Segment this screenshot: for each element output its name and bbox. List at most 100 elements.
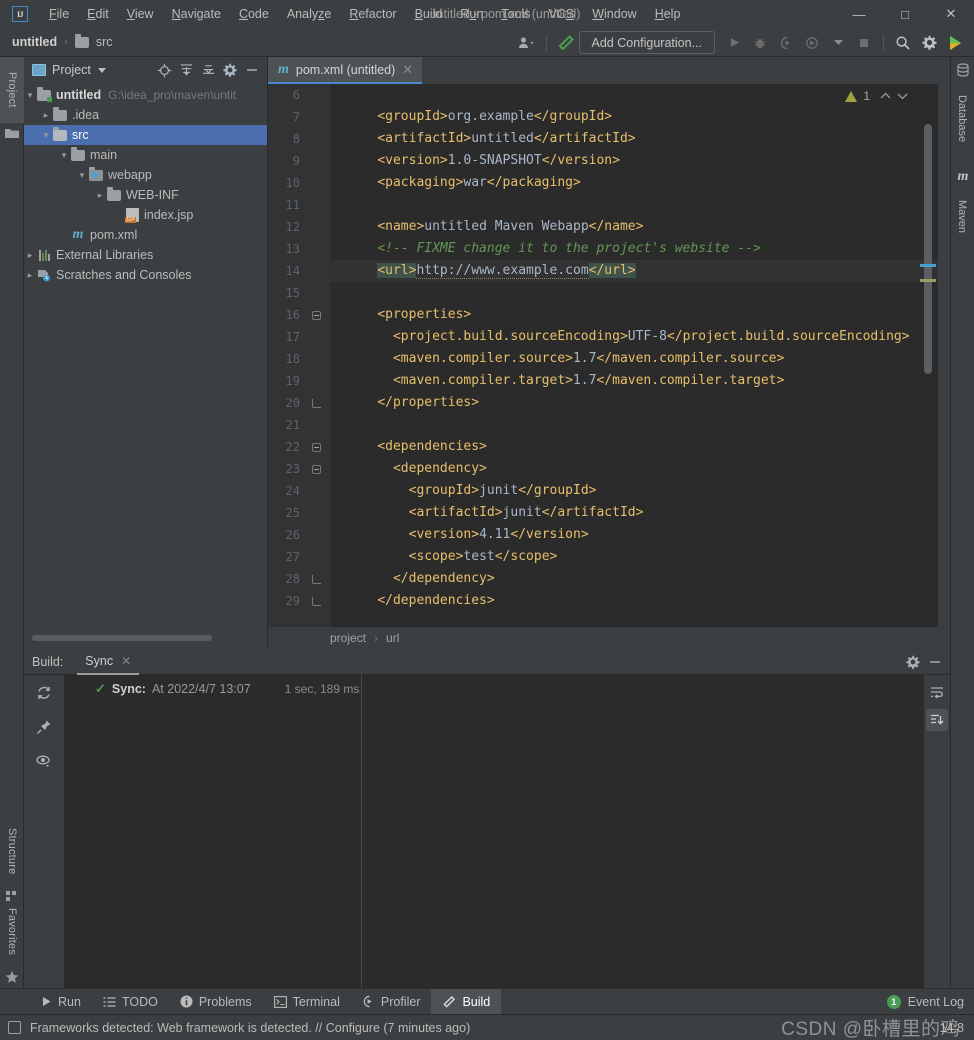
eye-filter-icon[interactable]: [34, 751, 54, 771]
editor-tab-pom-xml[interactable]: m pom.xml (untitled) ✕: [268, 57, 423, 84]
caret-position[interactable]: 14:8: [940, 1021, 964, 1035]
chevron-down-icon[interactable]: [825, 31, 851, 55]
profile-icon[interactable]: [799, 31, 825, 55]
chevron-right-icon[interactable]: ▸: [40, 110, 52, 121]
soft-wrap-icon[interactable]: [926, 681, 948, 703]
scroll-to-end-icon[interactable]: [926, 709, 948, 731]
fold-marker-open[interactable]: [311, 458, 322, 480]
hide-icon[interactable]: [241, 59, 263, 81]
hide-icon[interactable]: [924, 651, 946, 673]
close-button[interactable]: ✕: [928, 0, 974, 28]
debug-icon[interactable]: [747, 31, 773, 55]
run-icon[interactable]: [721, 31, 747, 55]
editor-breadcrumb-bar[interactable]: project › url: [268, 627, 938, 649]
event-log-button[interactable]: 1 Event Log: [886, 994, 964, 1009]
scrollbar-thumb[interactable]: [924, 124, 932, 374]
sidebar-item-database[interactable]: Database: [950, 81, 974, 157]
tree-row-idea[interactable]: ▸ .idea: [24, 105, 267, 125]
menu-item-vcs[interactable]: VCS: [540, 3, 584, 25]
maximize-button[interactable]: □: [882, 0, 928, 28]
close-icon[interactable]: ✕: [402, 62, 413, 78]
menu-item-navigate[interactable]: Navigate: [163, 3, 230, 25]
build-results-tree[interactable]: ✓ Sync: At 2022/4/7 13:07 1 sec, 189 ms: [64, 675, 361, 988]
sidebar-item-favorites[interactable]: Favorites: [0, 898, 24, 966]
tree-row-pom-xml[interactable]: m pom.xml: [24, 225, 267, 245]
fold-marker-open[interactable]: [311, 436, 322, 458]
breadcrumb-src[interactable]: src: [96, 35, 113, 49]
chevron-down-icon[interactable]: ▾: [58, 150, 70, 161]
chevron-down-icon[interactable]: [97, 67, 106, 73]
locate-icon[interactable]: [153, 59, 175, 81]
expand-all-icon[interactable]: [175, 59, 197, 81]
project-horizontal-scrollbar[interactable]: [32, 635, 260, 641]
tree-row-external-libraries[interactable]: ▸ External Libraries: [24, 245, 267, 265]
tool-button-todo[interactable]: TODO: [92, 989, 169, 1015]
status-message[interactable]: Frameworks detected: Web framework is de…: [30, 1021, 470, 1035]
nav-up-icon[interactable]: [880, 92, 891, 100]
chevron-down-icon[interactable]: ▾: [24, 90, 36, 101]
fold-marker-close[interactable]: [311, 590, 322, 612]
updates-icon[interactable]: [942, 31, 968, 55]
settings-gear-icon[interactable]: [219, 59, 241, 81]
breadcrumb-project-element[interactable]: project: [330, 631, 366, 645]
sidebar-item-project[interactable]: Project: [0, 57, 24, 123]
menu-item-code[interactable]: Code: [230, 3, 278, 25]
code-lines[interactable]: <groupId>org.example</groupId> <artifact…: [330, 84, 938, 649]
menu-item-refactor[interactable]: Refactor: [340, 3, 405, 25]
sidebar-item-maven[interactable]: Maven: [950, 187, 974, 247]
stop-icon[interactable]: [851, 31, 877, 55]
add-configuration-button[interactable]: Add Configuration...: [578, 31, 715, 54]
menu-item-tools[interactable]: Tools: [492, 3, 539, 25]
inspection-status[interactable]: 1: [845, 89, 908, 103]
tool-button-profiler[interactable]: Profiler: [351, 989, 432, 1015]
build-hammer-icon[interactable]: [553, 31, 579, 55]
menu-item-help[interactable]: Help: [646, 3, 690, 25]
fold-marker-open[interactable]: [311, 304, 322, 326]
run-coverage-icon[interactable]: [773, 31, 799, 55]
settings-gear-icon[interactable]: [902, 651, 924, 673]
menu-item-edit[interactable]: Edit: [78, 3, 118, 25]
menu-item-view[interactable]: View: [118, 3, 163, 25]
fold-marker-close[interactable]: [311, 568, 322, 590]
refresh-icon[interactable]: [34, 683, 54, 703]
build-sync-entry[interactable]: ✓ Sync: At 2022/4/7 13:07 1 sec, 189 ms: [65, 679, 361, 699]
tree-row-web-inf[interactable]: ▸ WEB-INF: [24, 185, 267, 205]
notification-icon[interactable]: [8, 1021, 21, 1034]
tree-row-index-jsp[interactable]: index.jsp: [24, 205, 267, 225]
build-tab-sync[interactable]: Sync ✕: [77, 649, 140, 675]
tree-row-untitled[interactable]: ▾ untitled G:\idea_pro\maven\untit: [24, 85, 267, 105]
minimize-button[interactable]: —: [836, 0, 882, 28]
tree-row-scratches[interactable]: ▸ Scratches and Consoles: [24, 265, 267, 285]
close-icon[interactable]: ✕: [121, 654, 131, 668]
tool-button-run[interactable]: Run: [30, 989, 92, 1015]
search-everywhere-icon[interactable]: [890, 31, 916, 55]
project-tree[interactable]: ▾ untitled G:\idea_pro\maven\untit ▸ .id…: [24, 83, 267, 285]
breadcrumb-url-element[interactable]: url: [386, 631, 399, 645]
collapse-all-icon[interactable]: [197, 59, 219, 81]
editor-vertical-scrollbar[interactable]: [924, 124, 932, 374]
menu-item-file[interactable]: File: [40, 3, 78, 25]
menu-item-window[interactable]: Window: [583, 3, 645, 25]
tool-button-build[interactable]: Build: [431, 988, 502, 1015]
chevron-right-icon[interactable]: ▸: [94, 190, 106, 201]
tool-button-problems[interactable]: Problems: [169, 989, 263, 1015]
fold-marker-close[interactable]: [311, 392, 322, 414]
menu-item-analyze[interactable]: Analyze: [278, 3, 340, 25]
tool-button-terminal[interactable]: Terminal: [263, 989, 351, 1015]
breadcrumb-project[interactable]: untitled: [12, 35, 57, 49]
tree-row-src[interactable]: ▾ src: [24, 125, 267, 145]
user-avatar-icon[interactable]: [514, 31, 540, 55]
code-editor[interactable]: 6 7 8 9 10 11 12 13 14 15 16 17 18 19 20…: [268, 84, 938, 649]
menu-bar[interactable]: File Edit View Navigate Code Analyze Ref…: [40, 3, 689, 25]
chevron-down-icon[interactable]: ▾: [40, 130, 52, 141]
tree-row-main[interactable]: ▾ main: [24, 145, 267, 165]
nav-down-icon[interactable]: [897, 92, 908, 100]
chevron-right-icon[interactable]: ▸: [24, 270, 36, 281]
breadcrumb-nav[interactable]: untitled › src: [12, 33, 113, 49]
menu-item-run[interactable]: Run: [451, 3, 492, 25]
chevron-down-icon[interactable]: ▾: [76, 170, 88, 181]
settings-gear-icon[interactable]: [916, 31, 942, 55]
build-detail-pane[interactable]: [361, 675, 924, 988]
tree-row-webapp[interactable]: ▾ webapp: [24, 165, 267, 185]
menu-item-build[interactable]: Build: [406, 3, 452, 25]
